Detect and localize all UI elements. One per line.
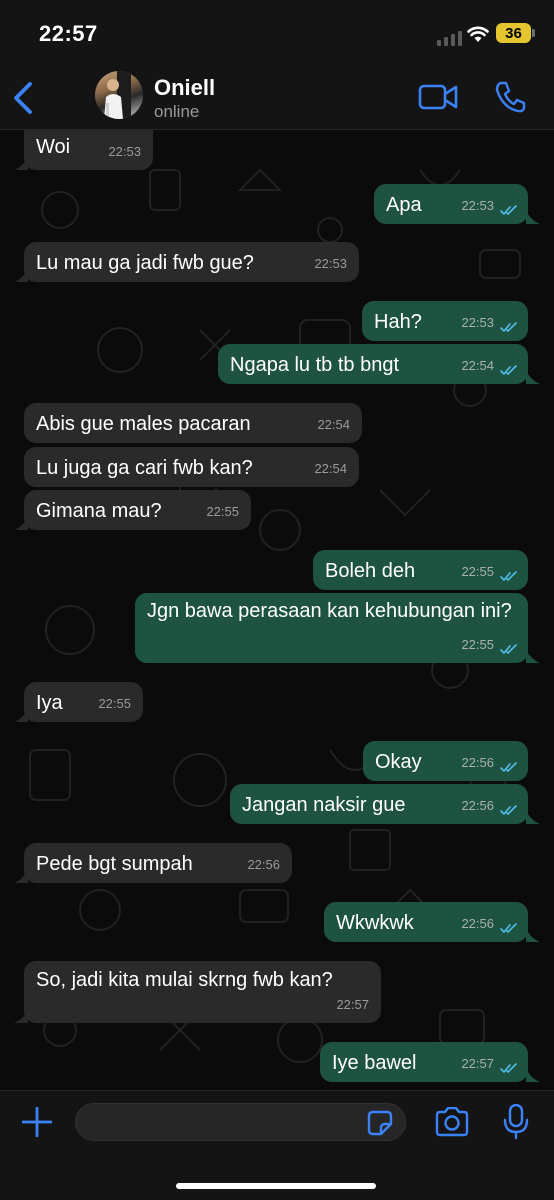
message-time: 22:57 (336, 997, 369, 1012)
back-icon[interactable] (10, 80, 36, 116)
message-time: 22:54 (314, 461, 347, 476)
message-input[interactable] (75, 1103, 406, 1141)
message-incoming[interactable]: Lu juga ga cari fwb kan? 22:54 (24, 447, 359, 487)
sticker-icon[interactable] (367, 1110, 393, 1136)
read-receipt-icon (500, 923, 517, 934)
message-incoming[interactable]: So, jadi kita mulai skrng fwb kan? 22:57 (24, 961, 381, 1023)
message-incoming[interactable]: Gimana mau? 22:55 (24, 490, 251, 530)
message-text: Apa (386, 194, 422, 216)
status-bar: 22:57 36 (0, 0, 554, 68)
bubble-tail (14, 156, 28, 170)
contact-status: online (154, 102, 200, 121)
battery-cap (532, 29, 535, 37)
message-outgoing[interactable]: Iye bawel 22:57 (320, 1042, 528, 1082)
message-text: Wkwkwk (336, 912, 414, 934)
avatar[interactable] (95, 71, 143, 119)
contact-name[interactable]: Oniell (154, 75, 215, 101)
camera-icon[interactable] (434, 1107, 470, 1137)
message-time: 22:54 (317, 417, 350, 432)
message-text: Gimana mau? (36, 500, 162, 522)
bubble-tail (526, 649, 540, 663)
read-receipt-icon (500, 205, 517, 216)
bubble-tail (526, 210, 540, 224)
message-time: 22:55 (98, 696, 131, 711)
message-text: Pede bgt sumpah (36, 853, 193, 875)
message-time: 22:55 (461, 564, 494, 579)
message-input-bar (0, 1090, 554, 1200)
message-outgoing[interactable]: Boleh deh 22:55 (313, 550, 528, 590)
bubble-tail (526, 370, 540, 384)
bubble-tail (14, 268, 28, 282)
message-time: 22:56 (461, 916, 494, 931)
battery-indicator: 36 (496, 23, 531, 43)
message-outgoing[interactable]: Ngapa lu tb tb bngt 22:54 (218, 344, 528, 384)
message-text: Jangan naksir gue (242, 794, 406, 816)
message-time: 22:56 (461, 755, 494, 770)
message-outgoing[interactable]: Apa 22:53 (374, 184, 528, 224)
microphone-icon[interactable] (503, 1104, 529, 1140)
message-time: 22:55 (206, 504, 239, 519)
message-time: 22:53 (461, 315, 494, 330)
read-receipt-icon (500, 644, 517, 655)
message-text: Iya (36, 692, 63, 714)
bubble-tail (526, 1068, 540, 1082)
phone-icon[interactable] (494, 80, 526, 114)
plus-icon[interactable] (22, 1107, 52, 1137)
message-incoming[interactable]: Woi 22:53 (24, 130, 153, 170)
chat-area[interactable]: Woi 22:53 Apa 22:53 Lu mau ga jadi fwb g… (0, 130, 554, 1090)
read-receipt-icon (500, 571, 517, 582)
read-receipt-icon (500, 322, 517, 333)
bubble-tail (14, 869, 28, 883)
message-text: Okay (375, 751, 422, 773)
status-time: 22:57 (39, 21, 98, 46)
message-time: 22:53 (314, 256, 347, 271)
read-receipt-icon (500, 1063, 517, 1074)
message-time: 22:55 (461, 637, 494, 652)
message-text: Iye bawel (332, 1052, 417, 1074)
message-time: 22:56 (461, 798, 494, 813)
message-text: So, jadi kita mulai skrng fwb kan? (36, 969, 333, 991)
message-text: Boleh deh (325, 560, 416, 582)
message-text: Jgn bawa perasaan kan kehubungan ini? (147, 600, 512, 622)
message-text: Woi (36, 136, 71, 158)
message-outgoing[interactable]: Jgn bawa perasaan kan kehubungan ini? 22… (135, 593, 528, 663)
message-outgoing[interactable]: Wkwkwk 22:56 (324, 902, 528, 942)
message-time: 22:53 (461, 198, 494, 213)
message-outgoing[interactable]: Jangan naksir gue 22:56 (230, 784, 528, 824)
wifi-icon (467, 26, 489, 42)
message-outgoing[interactable]: Hah? 22:53 (362, 301, 528, 341)
message-incoming[interactable]: Abis gue males pacaran 22:54 (24, 403, 362, 443)
bubble-tail (14, 708, 28, 722)
home-indicator (176, 1183, 376, 1189)
video-call-icon[interactable] (418, 82, 458, 112)
read-receipt-icon (500, 365, 517, 376)
bubble-tail (526, 928, 540, 942)
message-text: Hah? (374, 311, 422, 333)
message-incoming[interactable]: Lu mau ga jadi fwb gue? 22:53 (24, 242, 359, 282)
message-incoming[interactable]: Pede bgt sumpah 22:56 (24, 843, 292, 883)
bubble-tail (14, 1009, 28, 1023)
message-time: 22:57 (461, 1056, 494, 1071)
message-text: Abis gue males pacaran (36, 413, 251, 435)
message-text: Ngapa lu tb tb bngt (230, 354, 400, 376)
message-incoming[interactable]: Iya 22:55 (24, 682, 143, 722)
bubble-tail (526, 810, 540, 824)
message-text: Lu juga ga cari fwb kan? (36, 457, 253, 479)
read-receipt-icon (500, 762, 517, 773)
message-time: 22:56 (247, 857, 280, 872)
chat-header: Oniell online (0, 68, 554, 130)
read-receipt-icon (500, 805, 517, 816)
bubble-tail (14, 516, 28, 530)
cellular-signal-icon (437, 31, 462, 46)
message-time: 22:53 (108, 144, 141, 159)
message-time: 22:54 (461, 358, 494, 373)
message-outgoing[interactable]: Okay 22:56 (363, 741, 528, 781)
message-text: Lu mau ga jadi fwb gue? (36, 252, 254, 274)
